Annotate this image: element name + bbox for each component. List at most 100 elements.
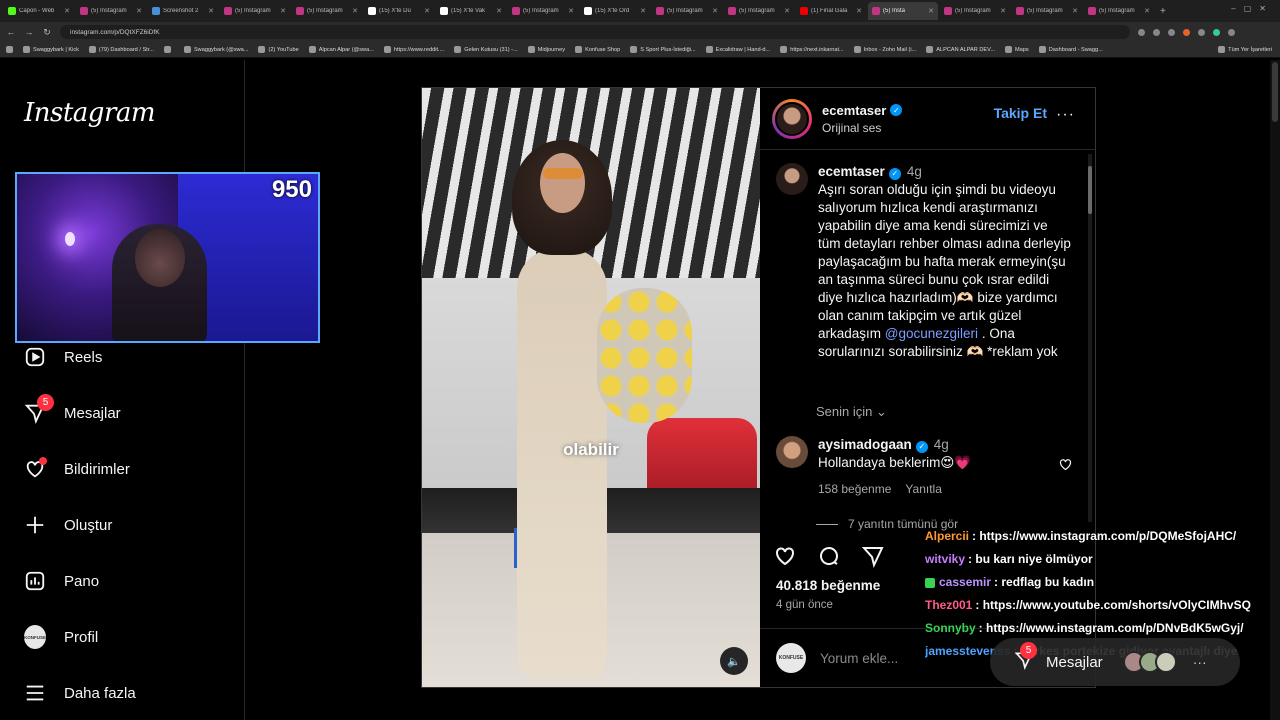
close-icon[interactable]: ✕: [928, 7, 934, 15]
like-icon[interactable]: [772, 543, 798, 569]
audio-label[interactable]: Orijinal ses: [822, 121, 902, 135]
follow-button[interactable]: Takip Et: [994, 105, 1047, 121]
bookmark-item[interactable]: Swaggybark | Kick: [23, 46, 79, 53]
page-scrollbar[interactable]: [1270, 60, 1280, 720]
bookmark-item[interactable]: https://next.inkarnat...: [780, 46, 844, 53]
instagram-logo[interactable]: Instagram: [24, 98, 156, 128]
sidebar-item-messages[interactable]: 5 Mesajlar: [24, 394, 121, 424]
browser-tab[interactable]: (5) Instagram ✕: [724, 2, 794, 20]
bookmark-item[interactable]: Excalidraw | Hand-d...: [705, 46, 770, 53]
close-icon[interactable]: ✕: [136, 7, 142, 15]
url-field[interactable]: instagram.com/p/DQtXFZ6iDfK: [60, 25, 1130, 39]
browser-tab[interactable]: (1) Final Gala ✕: [796, 2, 866, 20]
forward-icon[interactable]: →: [24, 27, 34, 37]
close-icon[interactable]: ✕: [424, 7, 430, 15]
reload-icon[interactable]: ↻: [42, 27, 52, 38]
close-icon[interactable]: ✕: [712, 7, 718, 15]
browser-tab[interactable]: (5) Instagram ✕: [292, 2, 362, 20]
sidebar-item-reels[interactable]: Reels: [24, 346, 102, 368]
like-count[interactable]: 40.818 beğenme: [776, 578, 880, 593]
bookmark-item[interactable]: Midjourney: [527, 46, 565, 53]
more-options-icon[interactable]: ···: [1056, 106, 1075, 124]
avatar[interactable]: [776, 163, 808, 195]
browser-tab[interactable]: (5) Instagram ✕: [220, 2, 290, 20]
browser-tab[interactable]: (5) Instagram ✕: [76, 2, 146, 20]
new-tab-button[interactable]: +: [1160, 6, 1166, 17]
close-icon[interactable]: ✕: [1144, 7, 1150, 15]
close-icon[interactable]: ✕: [208, 7, 214, 15]
mention-link[interactable]: @gocunezgileri: [885, 326, 978, 341]
sidebar-item-create[interactable]: Oluştur: [24, 514, 112, 536]
bookmark-item[interactable]: Swaggybark (@swa...: [183, 46, 248, 53]
comment-like-icon[interactable]: [1058, 457, 1073, 475]
close-icon[interactable]: ✕: [496, 7, 502, 15]
browser-tab[interactable]: (15) X'te Dü ✕: [364, 2, 434, 20]
profile-icon[interactable]: [1213, 28, 1220, 36]
viewer-counter: 950: [271, 176, 312, 203]
author-avatar[interactable]: [772, 98, 812, 139]
browser-tab[interactable]: (5) Insta ✕: [868, 2, 938, 20]
window-controls[interactable]: –▢✕: [1231, 4, 1274, 13]
bookmark-item[interactable]: Gelen Kutusu (31) -...: [454, 46, 518, 53]
back-icon[interactable]: ←: [6, 27, 16, 37]
comment-username[interactable]: ecemtaser: [818, 164, 885, 179]
cast-icon[interactable]: [1138, 28, 1145, 36]
bookmark-item[interactable]: ALPCAN ALPAR DEV...: [926, 46, 995, 53]
comment-icon[interactable]: [816, 543, 842, 569]
browser-tab[interactable]: (15) X'te Vak ✕: [436, 2, 506, 20]
close-icon[interactable]: ✕: [280, 7, 286, 15]
bookmark-item[interactable]: Inbox - Zoho Mail (i...: [853, 46, 916, 53]
bookmark-item[interactable]: (2) YouTube: [258, 46, 299, 53]
messages-floating-button[interactable]: 5 Mesajlar ···: [990, 638, 1240, 686]
close-icon[interactable]: ✕: [856, 7, 862, 15]
close-icon[interactable]: ✕: [640, 7, 646, 15]
bookmark-item[interactable]: Dashboard - Swagg...: [1038, 46, 1103, 53]
close-icon[interactable]: ✕: [64, 7, 70, 15]
comments-list[interactable]: ecemtaser ✓ 4g Aşırı soran olduğu için şim…: [760, 151, 1095, 531]
reply-button[interactable]: Yanıtla: [905, 480, 941, 498]
browser-tab[interactable]: Capon - Web ✕: [4, 2, 74, 20]
mute-button[interactable]: 🔈: [720, 647, 748, 675]
author-username[interactable]: ecemtaser ✓: [822, 103, 903, 118]
more-options-icon[interactable]: ···: [1193, 654, 1207, 670]
bookmark-item[interactable]: (79) Dashboard / Str...: [88, 46, 154, 53]
scrollbar-thumb[interactable]: [1088, 166, 1092, 214]
sidebar-item-notifications[interactable]: Bildirimler: [24, 457, 130, 480]
avatar[interactable]: [776, 436, 808, 468]
close-icon[interactable]: ✕: [568, 7, 574, 15]
close-icon[interactable]: ✕: [784, 7, 790, 15]
bookmark-star-icon[interactable]: [1168, 28, 1175, 36]
zoom-icon[interactable]: [1153, 28, 1160, 36]
bookmark-item[interactable]: [163, 46, 174, 53]
browser-tab[interactable]: (5) Instagram ✕: [1012, 2, 1082, 20]
share-icon[interactable]: [860, 543, 886, 569]
close-icon[interactable]: ✕: [1072, 7, 1078, 15]
sidebar-item-dashboard[interactable]: Pano: [24, 570, 99, 592]
close-icon[interactable]: ✕: [352, 7, 358, 15]
extension-icon[interactable]: [1183, 28, 1190, 36]
browser-tab[interactable]: (5) Instagram ✕: [1084, 2, 1154, 20]
kebab-menu-icon[interactable]: [1228, 28, 1235, 36]
apps-grid-icon[interactable]: [6, 46, 13, 53]
browser-tab[interactable]: Screenshot 2 ✕: [148, 2, 218, 20]
bookmark-item[interactable]: Maps: [1005, 46, 1029, 53]
browser-tab[interactable]: (5) Instagram ✕: [508, 2, 578, 20]
all-bookmarks-folder[interactable]: Tüm Yer İşaretleri: [1218, 46, 1280, 53]
browser-tab[interactable]: (15) X'te Ord ✕: [580, 2, 650, 20]
browser-tab[interactable]: (5) Instagram ✕: [940, 2, 1010, 20]
bookmark-item[interactable]: Konfuse Shop: [575, 46, 620, 53]
sidebar-item-profile[interactable]: KONFUSE Profil: [24, 625, 98, 649]
sidebar-item-more[interactable]: Daha fazla: [24, 682, 136, 704]
comment-likes[interactable]: 158 beğenme: [818, 480, 891, 498]
browser-tab[interactable]: (5) Instagram ✕: [652, 2, 722, 20]
reel-video[interactable]: olabilir 🔈: [422, 88, 760, 687]
scrollbar-thumb[interactable]: [1272, 62, 1278, 122]
comment-username[interactable]: aysimadogaan: [818, 437, 912, 452]
extension-icon[interactable]: [1198, 28, 1205, 36]
close-icon[interactable]: ✕: [1000, 7, 1006, 15]
bookmark-item[interactable]: https://www.reddit....: [383, 46, 444, 53]
comment-input[interactable]: Yorum ekle...: [820, 651, 898, 666]
bookmark-item[interactable]: S Sport Plus-İstediği...: [630, 46, 696, 53]
bookmark-item[interactable]: Alpcan Alpar (@swa...: [308, 46, 374, 53]
for-you-toggle[interactable]: Senin için ⌄: [816, 404, 887, 420]
